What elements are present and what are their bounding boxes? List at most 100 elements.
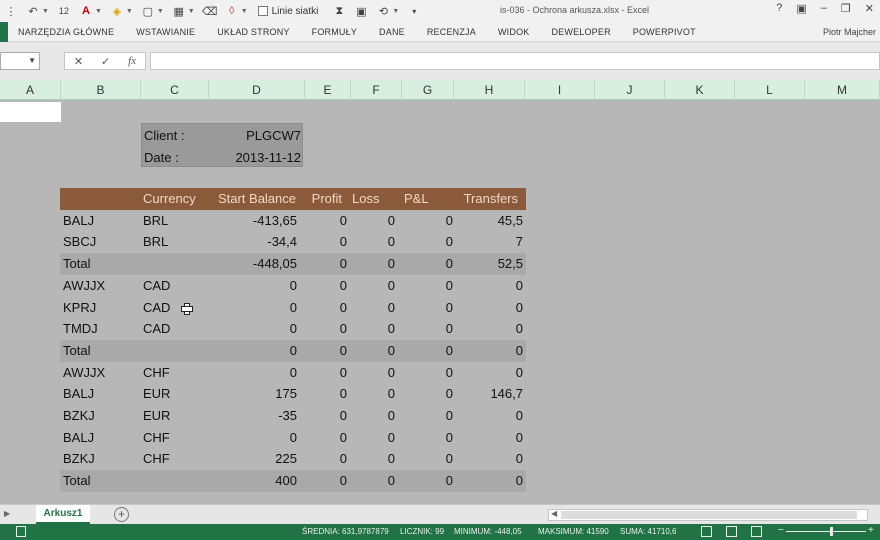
cell-currency[interactable]: EUR [143,386,170,401]
active-cell[interactable] [0,102,61,122]
cell-profit[interactable]: 0 [340,365,347,380]
horizontal-scrollbar[interactable]: ◀ [548,509,868,521]
cell-loss[interactable]: 0 [388,278,395,293]
cell-start-balance[interactable]: 0 [290,343,297,358]
cell-transfers[interactable]: 45,5 [498,213,523,228]
cell-profit[interactable]: 0 [340,256,347,271]
cell-loss[interactable]: 0 [388,430,395,445]
cell-profit[interactable]: 0 [340,386,347,401]
cell-profit[interactable]: 0 [340,300,347,315]
fill-color-icon[interactable]: ◈ [109,2,125,20]
cell-start-balance[interactable]: 0 [290,278,297,293]
ribbon-display-icon[interactable]: ▣ [796,2,806,15]
cell-start-balance[interactable]: -34,4 [267,234,297,249]
header-profit[interactable]: Profit [312,191,342,206]
sheet-tab-arkusz1[interactable]: Arkusz1 [36,505,90,524]
cell-currency[interactable]: CHF [143,365,170,380]
name-box[interactable]: ▼ [0,52,40,70]
cell-start-balance[interactable]: 0 [290,430,297,445]
cell-code[interactable]: Total [63,256,90,271]
cell-transfers[interactable]: 0 [516,408,523,423]
zoom-out-icon[interactable]: − [778,525,784,536]
hourglass-icon[interactable]: ⧗ [331,2,347,20]
cell-loss[interactable]: 0 [388,256,395,271]
cell-loss[interactable]: 0 [388,451,395,466]
page-layout-view-icon[interactable] [726,526,737,537]
conditional-format-dropdown-icon[interactable]: ▼ [188,8,195,15]
cell-start-balance[interactable]: 0 [290,300,297,315]
cell-start-balance[interactable]: -413,65 [253,213,297,228]
checkbox-box[interactable] [257,6,268,16]
cell-pl[interactable]: 0 [446,408,453,423]
clear-formats-icon[interactable]: ⌫ [202,2,218,20]
cell-transfers[interactable]: 0 [516,278,523,293]
column-header-l[interactable]: L [735,80,805,100]
undo-icon[interactable]: ↶ [25,2,41,20]
cell-loss[interactable]: 0 [388,300,395,315]
cell-pl[interactable]: 0 [446,365,453,380]
eraser-icon[interactable]: ◊ [224,2,240,20]
cell-profit[interactable]: 0 [340,430,347,445]
tab-view[interactable]: WIDOK [498,27,530,37]
cell-code[interactable]: AWJJX [63,365,105,380]
page-break-view-icon[interactable] [751,526,762,537]
insert-function-icon[interactable]: fx [128,55,136,67]
eraser-dropdown-icon[interactable]: ▼ [241,8,248,15]
cell-loss[interactable]: 0 [388,365,395,380]
cell-code[interactable]: BZKJ [63,408,95,423]
cell-code[interactable]: SBCJ [63,234,96,249]
add-sheet-icon[interactable]: + [114,507,129,522]
cell-profit[interactable]: 0 [340,451,347,466]
font-size-button[interactable]: 12 [56,2,72,20]
cell-pl[interactable]: 0 [446,430,453,445]
header-loss[interactable]: Loss [352,191,379,206]
cell-transfers[interactable]: 0 [516,343,523,358]
cell-currency[interactable]: CAD [143,278,170,293]
cell-code[interactable]: BZKJ [63,451,95,466]
cell-loss[interactable]: 0 [388,408,395,423]
close-icon[interactable]: ✕ [865,2,874,15]
cell-profit[interactable]: 0 [340,343,347,358]
cell-pl[interactable]: 0 [446,321,453,336]
help-icon[interactable]: ? [776,2,782,15]
tab-insert[interactable]: WSTAWIANIE [136,27,195,37]
cell-profit[interactable]: 0 [340,408,347,423]
gridlines-checkbox[interactable]: Linie siatki [257,6,318,17]
cell-start-balance[interactable]: 175 [275,386,297,401]
cell-transfers[interactable]: 0 [516,430,523,445]
date-value[interactable]: 2013-11-12 [235,150,301,165]
cell-start-balance[interactable]: 225 [275,451,297,466]
cell-pl[interactable]: 0 [446,300,453,315]
cell-code[interactable]: BALJ [63,213,94,228]
name-box-dropdown-icon[interactable]: ▼ [28,56,36,65]
refresh-dropdown-icon[interactable]: ▼ [392,8,399,15]
cell-start-balance[interactable]: -35 [278,408,297,423]
borders-dropdown-icon[interactable]: ▼ [157,8,164,15]
column-header-a[interactable]: A [0,80,61,100]
cell-pl[interactable]: 0 [446,473,453,488]
column-header-g[interactable]: G [402,80,454,100]
cell-pl[interactable]: 0 [446,234,453,249]
column-header-i[interactable]: I [525,80,595,100]
cell-code[interactable]: TMDJ [63,321,98,336]
header-pl[interactable]: P&L [404,191,429,206]
column-header-f[interactable]: F [351,80,402,100]
client-value[interactable]: PLGCW7 [246,128,301,143]
cell-pl[interactable]: 0 [446,386,453,401]
cell-currency[interactable]: CHF [143,430,170,445]
cell-pl[interactable]: 0 [446,213,453,228]
customize-toolbar-icon[interactable]: ▾ [406,2,422,20]
formula-input[interactable] [150,52,880,70]
cell-transfers[interactable]: 0 [516,300,523,315]
cell-currency[interactable]: BRL [143,213,168,228]
column-header-k[interactable]: K [665,80,735,100]
fill-color-dropdown-icon[interactable]: ▼ [126,8,133,15]
cell-profit[interactable]: 0 [340,278,347,293]
cell-transfers[interactable]: 0 [516,473,523,488]
cell-code[interactable]: Total [63,473,90,488]
sheet-nav-arrow-icon[interactable]: ▶ [4,509,10,518]
tab-powerpivot[interactable]: POWERPIVOT [633,27,696,37]
undo-dropdown-icon[interactable]: ▼ [42,8,49,15]
cell-currency[interactable]: CAD [143,321,170,336]
scroll-left-arrow-icon[interactable]: ◀ [551,509,557,518]
